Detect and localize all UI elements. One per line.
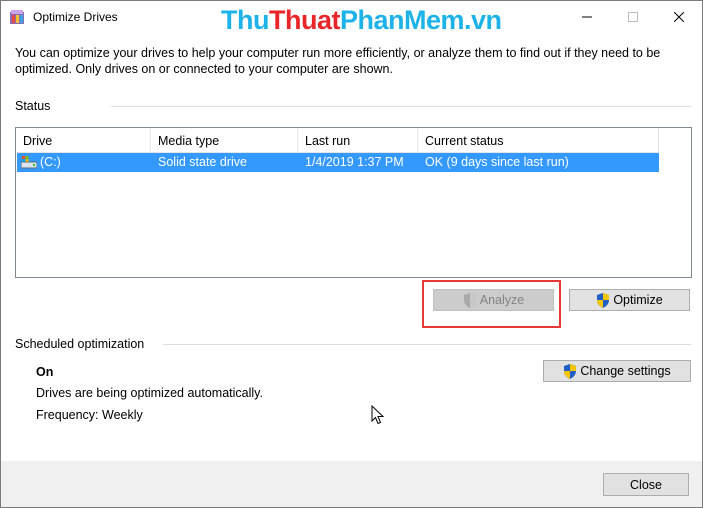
watermark-part-phanmem: PhanMem [339, 5, 465, 35]
optimize-button[interactable]: Optimize [569, 289, 690, 311]
change-settings-button-label: Change settings [580, 364, 671, 378]
defrag-app-icon [10, 10, 24, 24]
scheduled-section-label: Scheduled optimization [15, 337, 145, 351]
watermark-part-vn: .vn [464, 5, 502, 35]
column-header-last-run[interactable]: Last run [298, 128, 418, 152]
drives-list-header: Drive Media type Last run Current status [16, 128, 659, 153]
uac-shield-icon [564, 363, 577, 379]
drive-row-c[interactable]: (C:) Solid state drive 1/4/2019 1:37 PM … [17, 153, 659, 172]
close-icon [674, 12, 684, 22]
close-window-button[interactable] [656, 1, 702, 33]
title-bar[interactable]: Optimize Drives ThuThuatPhanMem.vn [1, 1, 702, 36]
scheduled-divider [163, 344, 691, 345]
column-header-current-status[interactable]: Current status [418, 128, 659, 152]
minimize-button[interactable] [564, 1, 610, 33]
column-header-media-type[interactable]: Media type [151, 128, 298, 152]
current-status-cell: OK (9 days since last run) [425, 155, 569, 169]
window-title: Optimize Drives [33, 10, 118, 24]
dialog-footer: Close [1, 461, 702, 507]
uac-shield-icon [597, 292, 610, 308]
drive-name-cell: (C:) [40, 155, 61, 169]
status-divider [111, 106, 691, 107]
minimize-icon [582, 16, 592, 18]
close-button[interactable]: Close [603, 473, 689, 496]
mouse-cursor-icon [371, 405, 385, 425]
optimize-drives-window: Optimize Drives ThuThuatPhanMem.vn You c… [0, 0, 703, 508]
schedule-detail: Drives are being optimized automatically… [36, 386, 263, 400]
status-section-label: Status [15, 99, 51, 113]
watermark-logo: ThuThuatPhanMem.vn [221, 5, 502, 36]
schedule-frequency: Frequency: Weekly [36, 408, 143, 422]
last-run-cell: 1/4/2019 1:37 PM [305, 155, 404, 169]
drive-icon [21, 156, 37, 169]
drives-list[interactable]: Drive Media type Last run Current status… [15, 127, 692, 278]
change-settings-button[interactable]: Change settings [543, 360, 691, 382]
maximize-button[interactable] [610, 1, 656, 33]
description-text: You can optimize your drives to help you… [15, 46, 661, 76]
analyze-highlight-frame [422, 280, 561, 328]
watermark-part-thu: Thu [221, 5, 269, 35]
media-type-cell: Solid state drive [158, 155, 247, 169]
column-header-drive[interactable]: Drive [16, 128, 151, 152]
watermark-part-thuat: Thuat [268, 5, 341, 35]
schedule-state: On [36, 365, 54, 379]
optimize-button-label: Optimize [613, 293, 663, 307]
maximize-icon [628, 12, 638, 22]
